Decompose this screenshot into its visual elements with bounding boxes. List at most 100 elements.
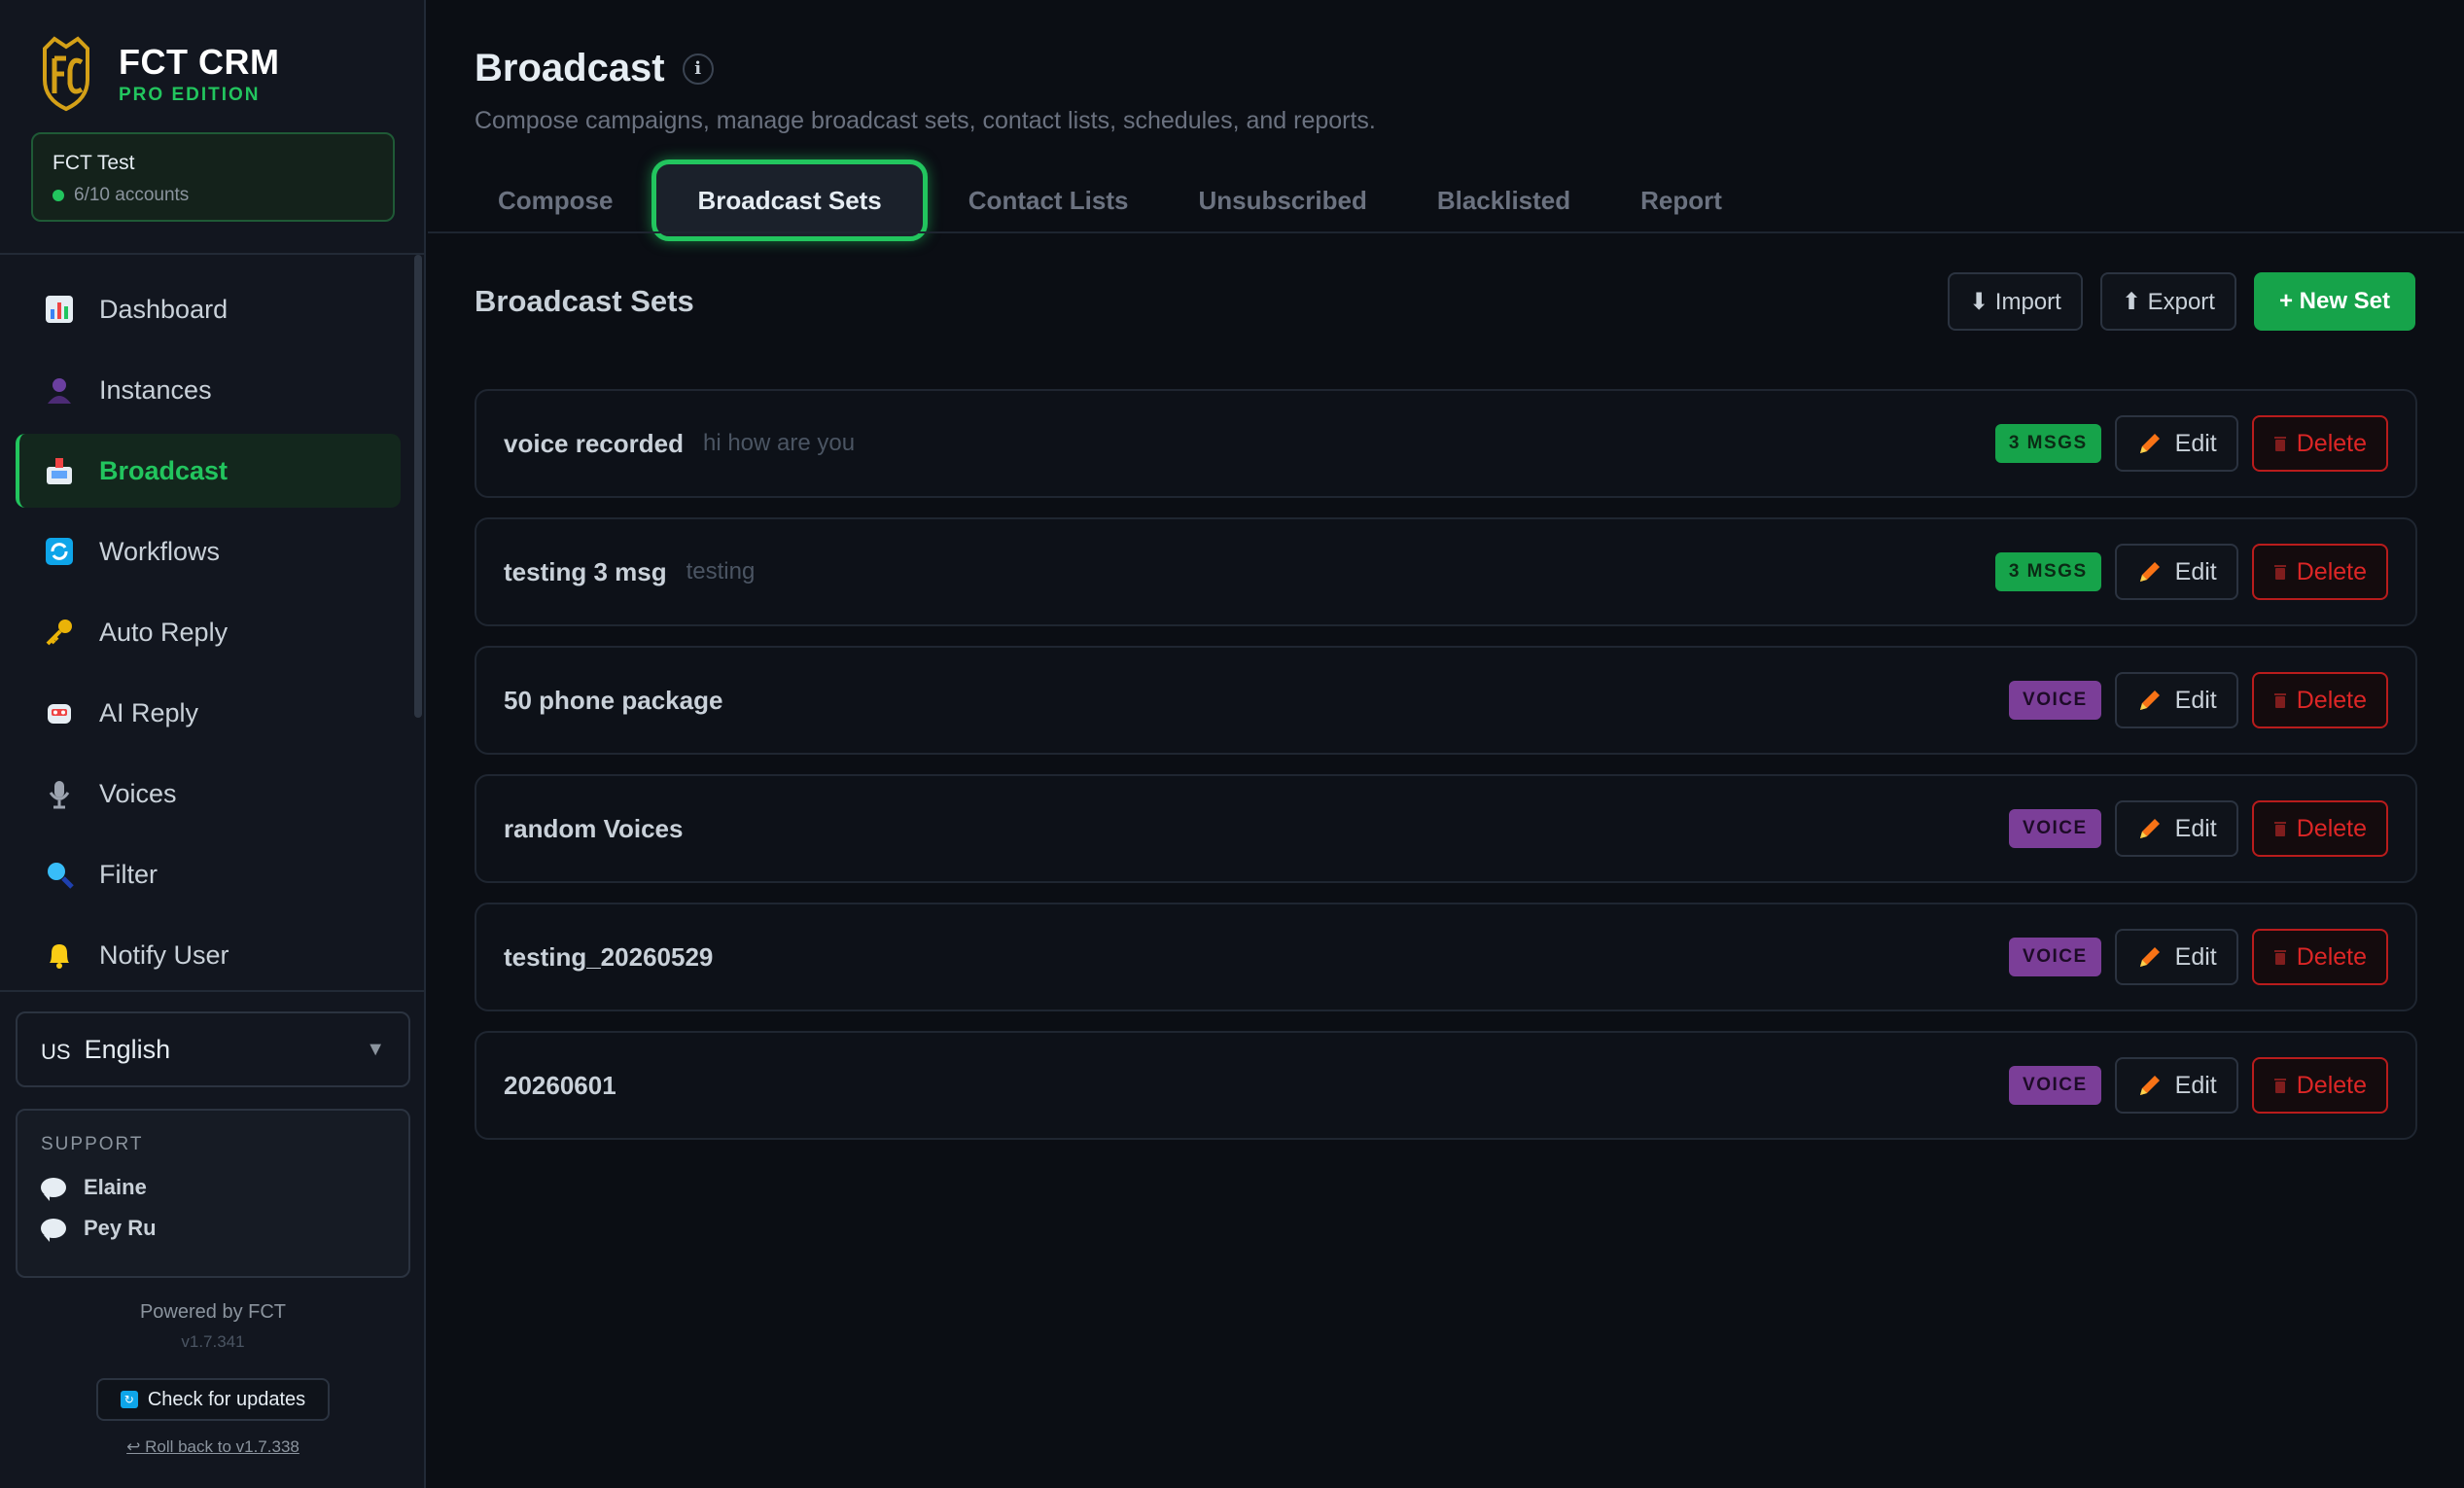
set-name: testing 3 msg [504,556,667,586]
support-contact-name: Elaine [84,1175,147,1199]
list-item[interactable]: 20260601 VOICE Edit Delete [475,1031,2417,1140]
account-name: FCT Test [53,152,135,174]
trash-icon [2273,950,2286,965]
pencil-icon [2139,819,2160,838]
tab-contact-lists[interactable]: Contact Lists [933,159,1164,241]
tab-compose[interactable]: Compose [463,159,648,241]
sidebar-item-auto-reply[interactable]: Auto Reply [16,595,401,669]
edit-button[interactable]: Edit [2114,415,2238,472]
type-badge: 3 MSGS [1994,552,2101,591]
pencil-icon [2139,691,2160,710]
support-panel: SUPPORT Elaine Pey Ru [16,1109,410,1278]
delete-label: Delete [2296,429,2367,457]
list-item[interactable]: testing_20260529 VOICE Edit Delete [475,903,2417,1011]
pencil-icon [2139,562,2160,582]
set-name: 50 phone package [504,685,723,715]
edit-label: Edit [2174,557,2217,585]
section-toolbar: ⬇ Import ⬆ Export + New Set [1930,272,2415,331]
app-version: v1.7.341 [181,1332,245,1351]
key-icon [43,616,76,649]
check-updates-button[interactable]: ↻ Check for updates [96,1378,330,1421]
robot-icon [43,696,76,729]
row-actions: VOICE Edit Delete [2009,929,2388,985]
row-actions: 3 MSGS Edit Delete [1994,544,2388,600]
sidebar-item-label: Voices [99,778,177,808]
online-dot-icon [53,190,64,201]
export-button[interactable]: ⬆ Export [2099,272,2236,331]
type-badge: VOICE [2009,938,2101,976]
trash-icon [2273,565,2286,580]
type-badge: VOICE [2009,809,2101,848]
set-name: random Voices [504,813,684,843]
delete-button[interactable]: Delete [2251,1057,2388,1114]
tabs-divider [428,231,2464,233]
delete-button[interactable]: Delete [2251,415,2388,472]
brand-name: FCT CRM [119,42,280,82]
list-item[interactable]: 50 phone package VOICE Edit Delete [475,646,2417,755]
refresh-icon [43,535,76,568]
trash-icon [2273,693,2286,708]
support-contact-elaine[interactable]: Elaine [41,1175,385,1201]
new-set-button[interactable]: + New Set [2253,272,2415,331]
chevron-down-icon: ▼ [366,1038,385,1060]
edit-label: Edit [2174,429,2217,457]
account-count: 6/10 accounts [53,185,373,206]
info-icon[interactable]: i [682,53,714,85]
delete-button[interactable]: Delete [2251,929,2388,985]
chart-icon [43,293,76,326]
divider [0,990,424,992]
list-item[interactable]: voice recorded hi how are you 3 MSGS Edi… [475,389,2417,498]
sidebar-item-filter[interactable]: Filter [16,837,401,911]
language-select[interactable]: US English ▼ [16,1011,410,1087]
row-actions: 3 MSGS Edit Delete [1994,415,2388,472]
delete-button[interactable]: Delete [2251,544,2388,600]
edit-label: Edit [2174,1071,2217,1099]
user-icon [43,373,76,407]
support-label: SUPPORT [41,1134,144,1154]
brand[interactable]: FCT CRM PRO EDITION [39,35,279,113]
brand-edition: PRO EDITION [119,85,261,105]
delete-button[interactable]: Delete [2251,800,2388,857]
rollback-link[interactable]: ↩ Roll back to v1.7.338 [0,1437,426,1457]
sidebar-item-voices[interactable]: Voices [16,757,401,831]
sidebar-item-label: Dashboard [99,294,229,324]
edit-button[interactable]: Edit [2114,544,2238,600]
edit-button[interactable]: Edit [2114,800,2238,857]
list-item[interactable]: random Voices VOICE Edit Delete [475,774,2417,883]
edit-button[interactable]: Edit [2114,672,2238,728]
delete-button[interactable]: Delete [2251,672,2388,728]
support-contact-pey-ru[interactable]: Pey Ru [41,1216,385,1242]
tab-blacklisted[interactable]: Blacklisted [1402,159,1605,241]
sidebar-item-label: Filter [99,859,158,889]
powered-by: Powered by FCT [139,1301,287,1323]
set-name: voice recorded [504,428,684,458]
edit-button[interactable]: Edit [2114,929,2238,985]
shield-logo-icon [43,36,89,112]
sidebar-item-ai-reply[interactable]: AI Reply [16,676,401,750]
sidebar-item-workflows[interactable]: Workflows [16,514,401,588]
sidebar-item-notify-user[interactable]: Notify User [16,918,401,992]
sidebar-item-instances[interactable]: Instances [16,353,401,427]
tab-bar: Compose Broadcast Sets Contact Lists Uns… [463,159,1757,241]
list-item[interactable]: testing 3 msg testing 3 MSGS Edit Delete [475,517,2417,626]
tab-unsubscribed[interactable]: Unsubscribed [1163,159,1401,241]
account-switcher[interactable]: FCT Test 6/10 accounts [31,132,395,222]
type-badge: 3 MSGS [1994,424,2101,463]
delete-label: Delete [2296,942,2367,971]
trash-icon [2273,822,2286,836]
sidebar-item-label: Instances [99,374,212,405]
import-button[interactable]: ⬇ Import [1948,272,2083,331]
delete-label: Delete [2296,686,2367,714]
sidebar-item-broadcast[interactable]: Broadcast [16,434,401,508]
tab-broadcast-sets[interactable]: Broadcast Sets [651,159,928,241]
support-contact-name: Pey Ru [84,1216,157,1240]
trash-icon [2273,437,2286,451]
sidebar-item-label: Auto Reply [99,617,229,647]
sidebar-scrollbar[interactable] [414,255,422,718]
edit-button[interactable]: Edit [2114,1057,2238,1114]
tab-report[interactable]: Report [1605,159,1757,241]
sidebar-item-dashboard[interactable]: Dashboard [16,272,401,346]
pencil-icon [2139,434,2160,453]
refresh-icon: ↻ [120,1391,138,1408]
language-value: English [84,1034,171,1064]
